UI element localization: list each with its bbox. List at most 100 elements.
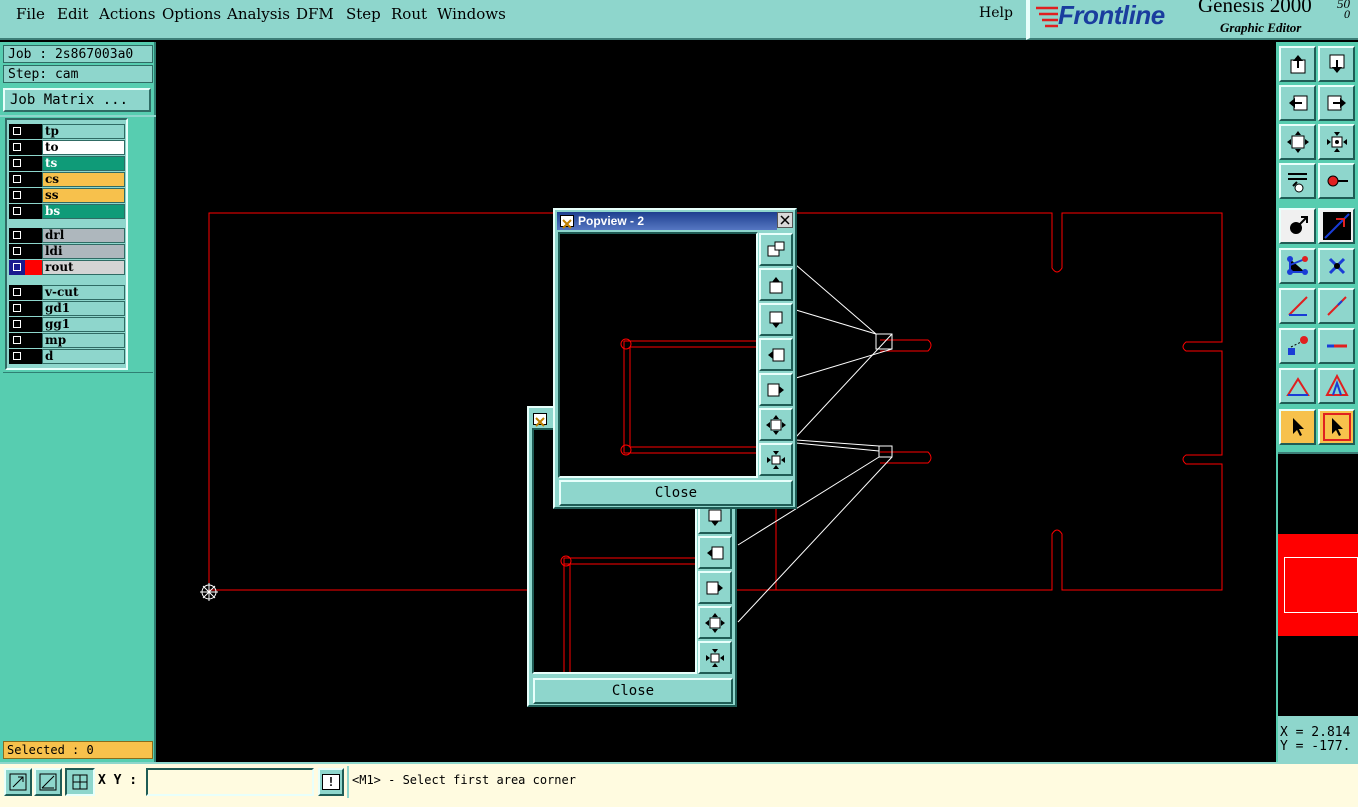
pv-back-zoom-in-button[interactable]	[698, 606, 732, 639]
overview-map[interactable]	[1278, 452, 1358, 716]
layer-row[interactable]: ss	[9, 188, 125, 203]
layer-checkbox[interactable]	[9, 188, 25, 203]
layer-name[interactable]: d	[42, 349, 125, 364]
xy-input[interactable]	[146, 768, 314, 796]
layer-checkbox[interactable]	[9, 228, 25, 243]
layer-color-swatch[interactable]	[25, 301, 42, 316]
pv-front-pan-right-button[interactable]	[759, 373, 793, 406]
layer-name[interactable]: ldi	[42, 244, 125, 259]
layer-name[interactable]: ss	[42, 188, 125, 203]
arc-tool-button[interactable]	[1318, 288, 1355, 324]
measure-angle-button[interactable]	[34, 768, 62, 796]
pointer-select-button[interactable]	[1318, 409, 1355, 445]
delete-button[interactable]	[1318, 248, 1355, 284]
layer-color-swatch[interactable]	[25, 228, 42, 243]
layer-color-swatch[interactable]	[25, 188, 42, 203]
measure-button[interactable]	[1318, 163, 1355, 199]
pv-front-pan-down-button[interactable]	[759, 303, 793, 336]
layer-checkbox[interactable]	[9, 244, 25, 259]
line-tool-button[interactable]	[1279, 288, 1316, 324]
popview-front-titlebar[interactable]: Popview - 2	[557, 212, 777, 230]
layer-checkbox[interactable]	[9, 124, 25, 139]
popview-front-close-button[interactable]: Close	[559, 480, 793, 506]
menu-options[interactable]: Options	[162, 5, 221, 23]
layer-row[interactable]: bs	[9, 204, 125, 219]
feature-select-button[interactable]	[1279, 208, 1316, 244]
menu-step[interactable]: Step	[346, 5, 381, 23]
snap-button[interactable]	[1318, 208, 1355, 244]
layer-color-swatch[interactable]	[25, 349, 42, 364]
zoom-out-button[interactable]	[1318, 124, 1355, 160]
layer-name[interactable]: to	[42, 140, 125, 155]
layer-row[interactable]: cs	[9, 172, 125, 187]
popview-back-close-button[interactable]: Close	[533, 678, 733, 704]
layer-name[interactable]: mp	[42, 333, 125, 348]
pv-front-zoom-in-button[interactable]	[759, 408, 793, 441]
tools-button[interactable]	[1279, 163, 1316, 199]
layer-checkbox[interactable]	[9, 204, 25, 219]
layer-color-swatch[interactable]	[25, 333, 42, 348]
pv-front-pan-up-button[interactable]	[759, 268, 793, 301]
menu-edit[interactable]: Edit	[57, 5, 88, 23]
layer-name[interactable]: drl	[42, 228, 125, 243]
pan-up-button[interactable]	[1279, 46, 1316, 82]
layer-checkbox[interactable]	[9, 156, 25, 171]
grid-button[interactable]	[65, 768, 95, 796]
layer-row[interactable]: ldi	[9, 244, 125, 259]
layer-row[interactable]: ts	[9, 156, 125, 171]
pan-down-button[interactable]	[1318, 46, 1355, 82]
layer-name[interactable]: gd1	[42, 301, 125, 316]
layer-checkbox[interactable]	[9, 172, 25, 187]
zoom-in-button[interactable]	[1279, 124, 1316, 160]
layer-row[interactable]: to	[9, 140, 125, 155]
layer-color-swatch[interactable]	[25, 124, 42, 139]
layer-checkbox[interactable]	[9, 317, 25, 332]
layer-color-swatch[interactable]	[25, 140, 42, 155]
layer-checkbox[interactable]	[9, 260, 25, 275]
popview-front-canvas[interactable]	[558, 232, 758, 478]
layer-name[interactable]: gg1	[42, 317, 125, 332]
layer-color-swatch[interactable]	[25, 204, 42, 219]
menu-analysis[interactable]: Analysis	[227, 5, 290, 23]
layer-row[interactable]: gg1	[9, 317, 125, 332]
layer-row[interactable]: mp	[9, 333, 125, 348]
pan-right-button[interactable]	[1318, 85, 1355, 121]
layer-row[interactable]: rout	[9, 260, 125, 275]
layer-color-swatch[interactable]	[25, 317, 42, 332]
layer-row[interactable]: drl	[9, 228, 125, 243]
pv-front-zoom-out-button[interactable]	[759, 443, 793, 476]
move-tool-button[interactable]	[1318, 328, 1355, 364]
select-area-button[interactable]	[4, 768, 32, 796]
pad-tool-button[interactable]	[1279, 328, 1316, 364]
layer-color-swatch[interactable]	[25, 244, 42, 259]
pointer-button[interactable]	[1279, 409, 1316, 445]
layer-name[interactable]: v-cut	[42, 285, 125, 300]
layer-checkbox[interactable]	[9, 285, 25, 300]
menu-help[interactable]: Help	[979, 5, 1013, 21]
layer-name[interactable]: rout	[42, 260, 125, 275]
popview-front-close-icon[interactable]	[777, 212, 793, 228]
layer-name[interactable]: bs	[42, 204, 125, 219]
menu-rout[interactable]: Rout	[391, 5, 427, 23]
menu-actions[interactable]: Actions	[99, 5, 155, 23]
triangle-tool-button[interactable]	[1279, 368, 1316, 404]
menu-windows[interactable]: Windows	[437, 5, 506, 23]
layer-color-swatch[interactable]	[25, 285, 42, 300]
alert-button[interactable]: !	[318, 768, 344, 796]
layer-checkbox[interactable]	[9, 349, 25, 364]
pv-front-fit-button[interactable]	[759, 233, 793, 266]
pan-left-button[interactable]	[1279, 85, 1316, 121]
layer-color-swatch[interactable]	[25, 172, 42, 187]
layer-checkbox[interactable]	[9, 301, 25, 316]
layer-name[interactable]: ts	[42, 156, 125, 171]
layer-name[interactable]: tp	[42, 124, 125, 139]
layer-color-swatch[interactable]	[25, 156, 42, 171]
fill-tool-button[interactable]	[1318, 368, 1355, 404]
layer-checkbox[interactable]	[9, 140, 25, 155]
layer-row[interactable]: d	[9, 349, 125, 364]
pv-front-pan-left-button[interactable]	[759, 338, 793, 371]
layer-name[interactable]: cs	[42, 172, 125, 187]
layer-color-swatch[interactable]	[25, 260, 42, 275]
pv-back-pan-right-button[interactable]	[698, 571, 732, 604]
layer-row[interactable]: gd1	[9, 301, 125, 316]
